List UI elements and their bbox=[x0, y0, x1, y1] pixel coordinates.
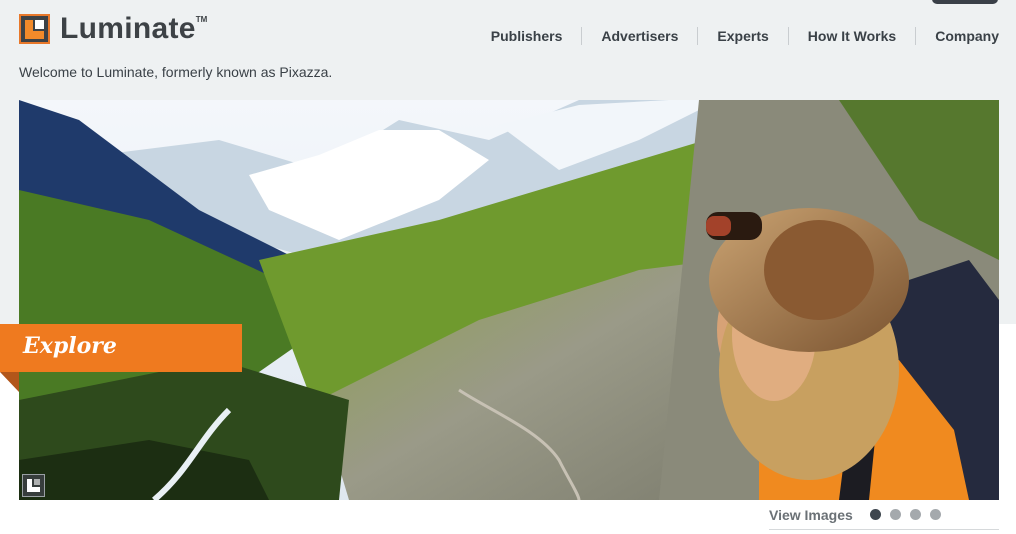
hero-photo-illustration bbox=[19, 100, 999, 500]
slide-dot-1[interactable] bbox=[870, 509, 881, 520]
view-images-link[interactable]: View Images bbox=[769, 507, 853, 523]
explore-badge-fold bbox=[0, 372, 19, 392]
top-tab[interactable] bbox=[932, 0, 998, 4]
slide-dot-3[interactable] bbox=[910, 509, 921, 520]
nav-experts[interactable]: Experts bbox=[697, 27, 787, 45]
nav-advertisers[interactable]: Advertisers bbox=[581, 27, 697, 45]
nav-company[interactable]: Company bbox=[915, 27, 999, 45]
trademark-mark: TM bbox=[195, 15, 208, 24]
logo[interactable]: Luminate TM bbox=[19, 13, 207, 45]
nav-how-it-works[interactable]: How It Works bbox=[787, 27, 915, 45]
main-nav: Publishers Advertisers Experts How It Wo… bbox=[472, 27, 999, 45]
luminate-watermark-icon[interactable] bbox=[22, 474, 45, 497]
logo-text: Luminate bbox=[60, 12, 196, 45]
slide-dot-4[interactable] bbox=[930, 509, 941, 520]
nav-publishers[interactable]: Publishers bbox=[472, 27, 582, 45]
slide-pager bbox=[870, 509, 950, 520]
slide-dot-2[interactable] bbox=[890, 509, 901, 520]
hero-image[interactable] bbox=[19, 100, 999, 500]
welcome-text: Welcome to Luminate, formerly known as P… bbox=[19, 64, 333, 80]
explore-badge[interactable]: Explore bbox=[0, 324, 242, 372]
luminate-logo-icon bbox=[19, 14, 50, 44]
pager-divider bbox=[769, 529, 999, 530]
explore-label: Explore bbox=[23, 333, 117, 359]
